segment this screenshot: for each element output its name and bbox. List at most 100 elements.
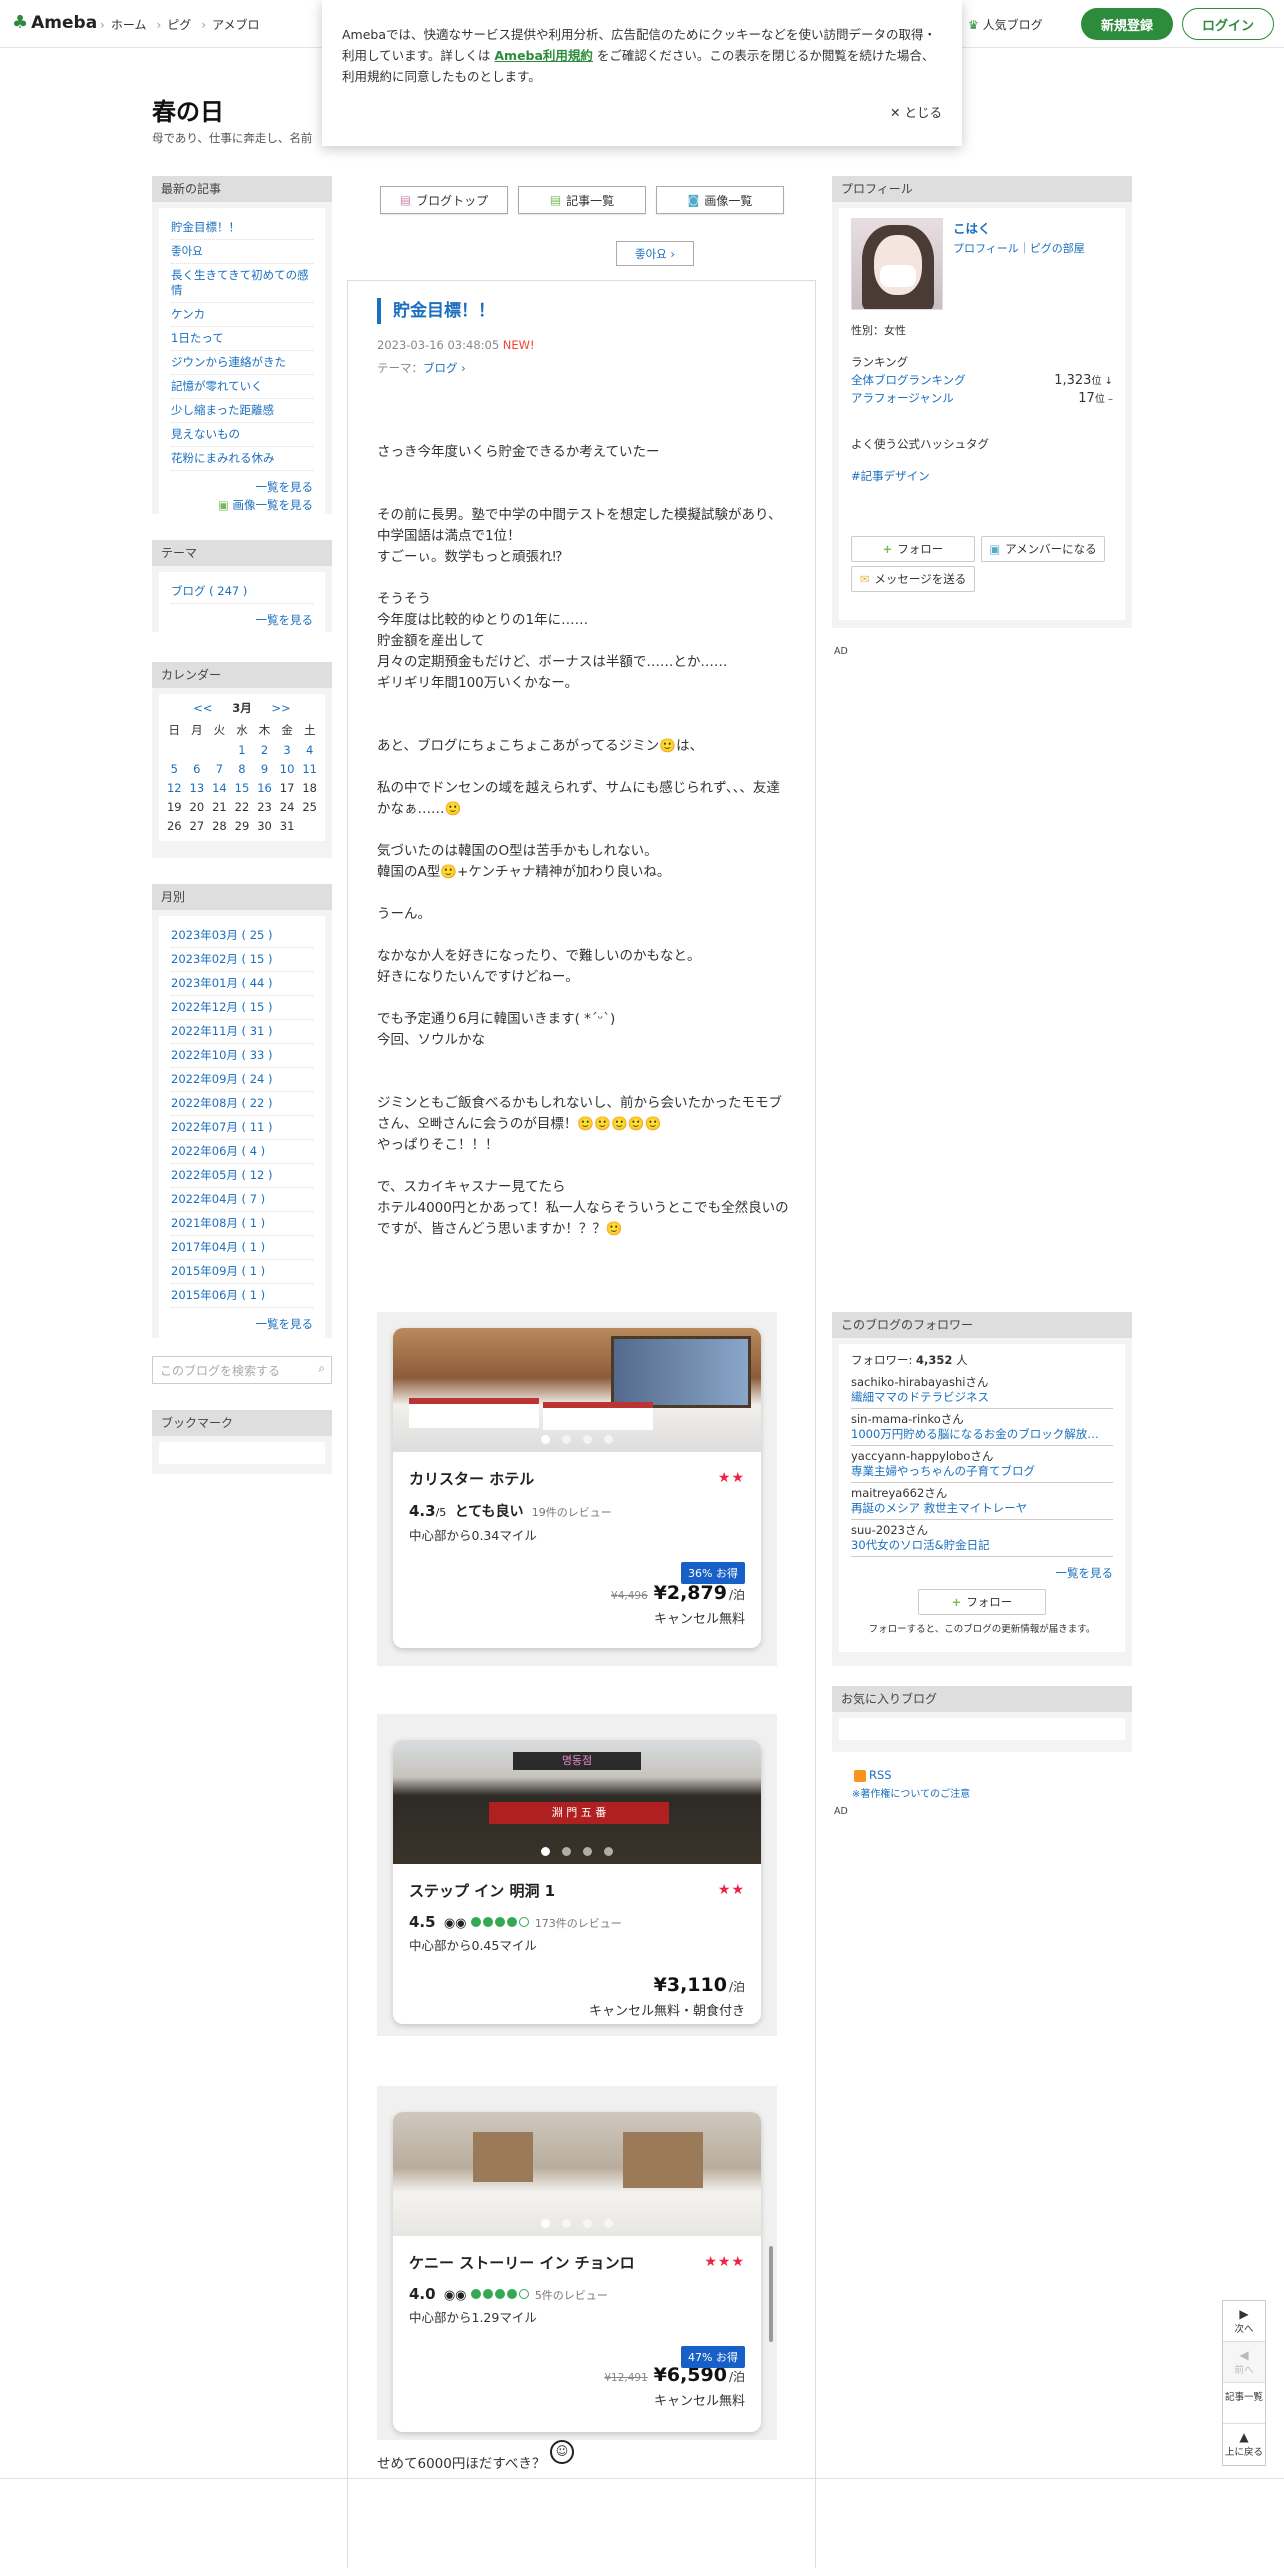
- monthly-item[interactable]: 2022年08月 ( 22 ): [171, 1092, 313, 1116]
- recent-item[interactable]: 少し縮まった距離感: [171, 399, 313, 423]
- calendar-day[interactable]: 2: [253, 740, 276, 759]
- calendar-day[interactable]: 6: [186, 759, 209, 778]
- hotel-photo[interactable]: [393, 2112, 761, 2236]
- hotel-name[interactable]: ステップ イン 明洞 1: [409, 1880, 745, 1901]
- recent-item[interactable]: 좋아요: [171, 240, 313, 264]
- hotel-name[interactable]: カリスター ホテル: [409, 1468, 745, 1489]
- calendar-day[interactable]: 4: [298, 740, 321, 759]
- cookie-close-button[interactable]: ✕ とじる: [890, 102, 942, 123]
- follower-blog-link[interactable]: 1000万円貯める脳になるお金のブロック解放…: [851, 1427, 1113, 1442]
- monthly-item[interactable]: 2015年06月 ( 1 ): [171, 1284, 313, 1308]
- calendar-day[interactable]: 14: [208, 778, 231, 797]
- copyright-link[interactable]: ※著作権についてのご注意: [852, 1785, 970, 1800]
- calendar-day[interactable]: 9: [253, 759, 276, 778]
- follower-blog-link[interactable]: 繊細ママのドテラビジネス: [851, 1390, 1113, 1405]
- signup-button[interactable]: 新規登録: [1081, 8, 1173, 40]
- blog-search-input[interactable]: このブログを検索する ⌕: [152, 1356, 332, 1384]
- ameba-logo[interactable]: ♣ Ameba: [12, 12, 97, 33]
- article-list-float-button[interactable]: 記事一覧: [1223, 2383, 1265, 2424]
- like-button[interactable]: 좋아요 ›: [616, 241, 694, 266]
- nav-ameblo[interactable]: › アメブロ: [201, 16, 259, 33]
- monthly-item[interactable]: 2022年07月 ( 11 ): [171, 1116, 313, 1140]
- back-to-top-button[interactable]: ▲ 上に戻る: [1223, 2424, 1265, 2465]
- calendar-day[interactable]: 15: [231, 778, 254, 797]
- calendar-day[interactable]: 13: [186, 778, 209, 797]
- hotel-photo[interactable]: 명동점 淵 門 五 番: [393, 1740, 761, 1864]
- calendar-day[interactable]: 1: [231, 740, 254, 759]
- followers-more-link[interactable]: 一覧を見る: [851, 1557, 1114, 1581]
- article-title[interactable]: 貯金目標！！: [377, 298, 495, 324]
- calendar-day[interactable]: 12: [163, 778, 186, 797]
- recent-item[interactable]: 1日たって: [171, 327, 313, 351]
- follower-blog-link[interactable]: 専業主婦やっちゃんの子育てブログ: [851, 1464, 1113, 1479]
- monthly-item[interactable]: 2015年09月 ( 1 ): [171, 1260, 313, 1284]
- follower-user[interactable]: maitreya662さん: [851, 1486, 1113, 1501]
- follow-button[interactable]: + フォロー: [851, 536, 975, 562]
- follower-user[interactable]: suu-2023さん: [851, 1523, 1113, 1538]
- follower-blog-link[interactable]: 30代女のソロ活&貯金日記: [851, 1538, 1113, 1553]
- profile-name[interactable]: こはく: [953, 218, 1085, 237]
- theme-item[interactable]: ブログ ( 247 ): [171, 580, 313, 604]
- carousel-dots[interactable]: [393, 1435, 761, 1444]
- image-list-link[interactable]: ▣ 画像一覧を見る: [171, 495, 313, 513]
- carousel-dots[interactable]: [393, 1847, 761, 1856]
- monthly-item[interactable]: 2022年05月 ( 12 ): [171, 1164, 313, 1188]
- nav-home[interactable]: › ホーム: [100, 16, 146, 33]
- monthly-more-link[interactable]: 一覧を見る: [171, 1308, 314, 1332]
- calendar-next[interactable]: >>: [271, 701, 290, 715]
- login-button[interactable]: ログイン: [1182, 8, 1274, 40]
- calendar-prev[interactable]: <<: [193, 701, 212, 715]
- monthly-item[interactable]: 2017年04月 ( 1 ): [171, 1236, 313, 1260]
- follower-user[interactable]: sin-mama-rinkoさん: [851, 1412, 1113, 1427]
- follow-button-2[interactable]: + フォロー: [918, 1589, 1046, 1615]
- avatar[interactable]: [851, 218, 943, 310]
- recent-item[interactable]: 記憶が零れていく: [171, 375, 313, 399]
- monthly-item[interactable]: 2021年08月 ( 1 ): [171, 1212, 313, 1236]
- profile-links[interactable]: プロフィール｜ピグの部屋: [953, 240, 1085, 256]
- article-list-button[interactable]: ▤ 記事一覧: [518, 186, 646, 214]
- monthly-item[interactable]: 2022年10月 ( 33 ): [171, 1044, 313, 1068]
- recent-item[interactable]: 長く生きてきて初めての感情: [171, 264, 313, 303]
- hotel-card[interactable]: 명동점 淵 門 五 番 ステップ イン 明洞 1 ★★ 4.5 ◉◉ 173件の…: [393, 1740, 761, 2024]
- image-list-button[interactable]: ◙ 画像一覧: [656, 186, 784, 214]
- amember-button[interactable]: ▣ アメンバーになる: [981, 536, 1105, 562]
- recent-item[interactable]: 貯金目標！！: [171, 216, 313, 240]
- monthly-item[interactable]: 2022年09月 ( 24 ): [171, 1068, 313, 1092]
- recent-item[interactable]: ジウンから連絡がきた: [171, 351, 313, 375]
- hotel-card[interactable]: ケニー ストーリー イン チョンロ ★★★ 4.0 ◉◉ 5件のレビュー 中心部…: [393, 2112, 761, 2432]
- ranking-genre-label[interactable]: アラフォージャンル: [851, 390, 954, 406]
- search-icon[interactable]: ⌕: [318, 1361, 325, 1376]
- carousel-dots[interactable]: [393, 2219, 761, 2228]
- rss-link[interactable]: RSS: [854, 1768, 892, 1782]
- blog-title[interactable]: 春の日: [152, 92, 224, 127]
- hotel-photo[interactable]: [393, 1328, 761, 1452]
- monthly-item[interactable]: 2022年11月 ( 31 ): [171, 1020, 313, 1044]
- monthly-item[interactable]: 2022年04月 ( 7 ): [171, 1188, 313, 1212]
- recent-more-link[interactable]: 一覧を見る: [171, 471, 314, 495]
- ad-scrollbar[interactable]: [769, 2246, 773, 2342]
- calendar-day[interactable]: 7: [208, 759, 231, 778]
- recent-item[interactable]: ケンカ: [171, 303, 313, 327]
- calendar-day[interactable]: 10: [276, 759, 299, 778]
- calendar-day[interactable]: 5: [163, 759, 186, 778]
- hashtag-link[interactable]: #記事デザイン: [851, 468, 1113, 484]
- next-article-button[interactable]: ▶ 次へ: [1223, 2301, 1265, 2342]
- ranking-overall-label[interactable]: 全体ブログランキング: [851, 372, 966, 388]
- follower-user[interactable]: sachiko-hirabayashiさん: [851, 1375, 1113, 1390]
- monthly-item[interactable]: 2023年02月 ( 15 ): [171, 948, 313, 972]
- hotel-name[interactable]: ケニー ストーリー イン チョンロ: [409, 2252, 745, 2273]
- terms-link[interactable]: Ameba利用規約: [494, 48, 593, 63]
- follower-user[interactable]: yaccyann-happyloboさん: [851, 1449, 1113, 1464]
- follower-blog-link[interactable]: 再誕のメシア 救世主マイトレーヤ: [851, 1501, 1113, 1516]
- blog-top-button[interactable]: ▤ ブログトップ: [380, 186, 508, 214]
- message-button[interactable]: ✉ メッセージを送る: [851, 566, 975, 592]
- calendar-day[interactable]: 11: [298, 759, 321, 778]
- monthly-item[interactable]: 2022年12月 ( 15 ): [171, 996, 313, 1020]
- monthly-item[interactable]: 2023年01月 ( 44 ): [171, 972, 313, 996]
- nav-pigg[interactable]: › ピグ: [156, 16, 191, 33]
- calendar-day[interactable]: 16: [253, 778, 276, 797]
- monthly-item[interactable]: 2022年06月 ( 4 ): [171, 1140, 313, 1164]
- calendar-day[interactable]: 8: [231, 759, 254, 778]
- theme-more-link[interactable]: 一覧を見る: [171, 604, 314, 628]
- hotel-card[interactable]: カリスター ホテル ★★ 4.3/5 とても良い 19件のレビュー 中心部から0…: [393, 1328, 761, 1648]
